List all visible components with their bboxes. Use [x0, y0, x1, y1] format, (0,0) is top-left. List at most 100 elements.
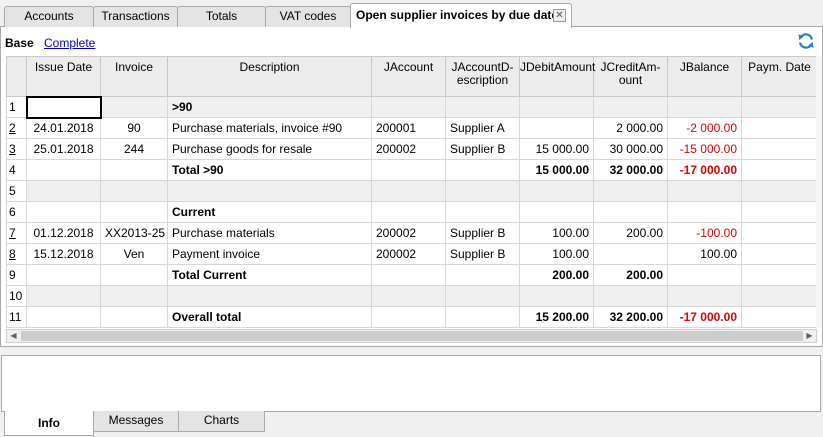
cell-jaccount[interactable]: 200002	[371, 243, 446, 265]
cell-paym-date[interactable]	[741, 285, 818, 307]
cell-jaccount-description[interactable]	[445, 96, 520, 118]
cell-jdebit[interactable]	[519, 201, 594, 223]
cell-invoice[interactable]	[100, 201, 168, 223]
cell-jbalance[interactable]	[667, 180, 742, 202]
col-header-issue-date[interactable]: Issue Date	[26, 56, 101, 97]
view-base[interactable]: Base	[5, 36, 34, 50]
cell-jcredit[interactable]: 200.00	[593, 264, 668, 286]
col-header-jdebit-amount[interactable]: JDebitAmount	[519, 56, 595, 97]
cell-paym-date[interactable]	[741, 117, 818, 139]
cell-invoice[interactable]	[100, 306, 168, 328]
cell-jaccount[interactable]	[371, 201, 446, 223]
cell-description[interactable]: Payment invoice	[167, 243, 372, 265]
col-header-description[interactable]: Description	[167, 56, 372, 97]
cell-issue-date[interactable]	[26, 306, 101, 328]
cell-jdebit[interactable]	[519, 117, 594, 139]
cell-jbalance[interactable]	[667, 96, 742, 118]
cell-jaccount-description[interactable]	[445, 159, 520, 181]
cell-jaccount-description[interactable]	[445, 285, 520, 307]
table-row[interactable]: 9 Total Current 200.00 200.00	[6, 264, 818, 286]
cell-jbalance[interactable]: -17 000.00	[667, 306, 742, 328]
cell-jdebit[interactable]: 15 000.00	[519, 138, 594, 160]
cell-jaccount[interactable]	[371, 96, 446, 118]
cell-jdebit[interactable]: 100.00	[519, 222, 594, 244]
tab-vat-codes[interactable]: VAT codes	[265, 6, 351, 27]
cell-jcredit[interactable]: 32 000.00	[593, 159, 668, 181]
cell-jaccount[interactable]	[371, 285, 446, 307]
cell-jdebit[interactable]: 100.00	[519, 243, 594, 265]
cell-invoice[interactable]	[100, 285, 168, 307]
cell-jaccount[interactable]	[371, 180, 446, 202]
cell-paym-date[interactable]	[741, 96, 818, 118]
close-icon[interactable]: ✕	[553, 9, 566, 22]
tab-info[interactable]: Info	[4, 411, 94, 436]
row-number[interactable]: 8	[6, 243, 27, 265]
cell-invoice[interactable]	[100, 96, 168, 118]
cell-issue-date[interactable]: 15.12.2018	[26, 243, 101, 265]
cell-jdebit[interactable]	[519, 285, 594, 307]
cell-jdebit[interactable]: 15 200.00	[519, 306, 594, 328]
cell-jcredit[interactable]	[593, 285, 668, 307]
cell-jbalance[interactable]	[667, 201, 742, 223]
cell-issue-date[interactable]	[26, 285, 101, 307]
cell-jaccount[interactable]	[371, 159, 446, 181]
cell-jcredit[interactable]	[593, 201, 668, 223]
cell-jcredit[interactable]: 32 200.00	[593, 306, 668, 328]
cell-jaccount-description[interactable]	[445, 306, 520, 328]
vertical-scroll-track[interactable]	[816, 56, 822, 328]
cell-description[interactable]: Current	[167, 201, 372, 223]
cell-invoice[interactable]: XX2013-25	[100, 222, 168, 244]
cell-jaccount-description[interactable]: Supplier B	[445, 243, 520, 265]
cell-invoice[interactable]	[100, 180, 168, 202]
table-row[interactable]: 5	[6, 180, 818, 202]
scroll-right-icon[interactable]: ▶	[803, 330, 816, 342]
cell-invoice[interactable]: 244	[100, 138, 168, 160]
tab-transactions[interactable]: Transactions	[93, 6, 178, 27]
cell-paym-date[interactable]	[741, 180, 818, 202]
cell-paym-date[interactable]	[741, 243, 818, 265]
cell-description[interactable]	[167, 285, 372, 307]
cell-jaccount-description[interactable]: Supplier A	[445, 117, 520, 139]
tab-messages[interactable]: Messages	[93, 411, 179, 432]
table-row[interactable]: 11 Overall total 15 200.00 32 200.00 -17…	[6, 306, 818, 328]
cell-jcredit[interactable]: 200.00	[593, 222, 668, 244]
cell-jdebit[interactable]: 15 000.00	[519, 159, 594, 181]
cell-jaccount[interactable]: 200002	[371, 138, 446, 160]
cell-paym-date[interactable]	[741, 264, 818, 286]
cell-jdebit[interactable]	[519, 96, 594, 118]
cell-jbalance[interactable]: -17 000.00	[667, 159, 742, 181]
cell-description[interactable]	[167, 180, 372, 202]
col-header-jbalance[interactable]: JBalance	[667, 56, 742, 97]
cell-issue-date[interactable]	[26, 201, 101, 223]
tab-accounts[interactable]: Accounts	[4, 6, 94, 27]
cell-jaccount-description[interactable]	[445, 180, 520, 202]
cell-jbalance[interactable]: 100.00	[667, 243, 742, 265]
cell-jbalance[interactable]: -2 000.00	[667, 117, 742, 139]
cell-issue-date[interactable]	[26, 264, 101, 286]
cell-jcredit[interactable]: 2 000.00	[593, 117, 668, 139]
cell-jcredit[interactable]	[593, 96, 668, 118]
table-row[interactable]: 1 >90	[6, 95, 818, 119]
cell-issue-date[interactable]	[26, 180, 101, 202]
cell-jaccount-description[interactable]: Supplier B	[445, 222, 520, 244]
row-number[interactable]: 3	[6, 138, 27, 160]
cell-paym-date[interactable]	[741, 159, 818, 181]
cell-issue-date[interactable]: 01.12.2018	[26, 222, 101, 244]
table-row[interactable]: 8 15.12.2018 Ven Payment invoice 200002 …	[6, 243, 818, 265]
cell-paym-date[interactable]	[741, 201, 818, 223]
cell-description[interactable]: Purchase materials, invoice #90	[167, 117, 372, 139]
cell-invoice[interactable]: Ven	[100, 243, 168, 265]
table-row[interactable]: 6 Current	[6, 201, 818, 223]
cell-jbalance[interactable]	[667, 264, 742, 286]
table-row[interactable]: 2 24.01.2018 90 Purchase materials, invo…	[6, 117, 818, 139]
cell-jaccount[interactable]: 200002	[371, 222, 446, 244]
cell-description[interactable]: Total Current	[167, 264, 372, 286]
cell-jbalance[interactable]: -15 000.00	[667, 138, 742, 160]
view-complete-link[interactable]: Complete	[44, 36, 95, 50]
cell-description[interactable]: Purchase goods for resale	[167, 138, 372, 160]
cell-jaccount-description[interactable]	[445, 201, 520, 223]
cell-description[interactable]: Total >90	[167, 159, 372, 181]
cell-jaccount[interactable]	[371, 306, 446, 328]
tab-charts[interactable]: Charts	[178, 411, 265, 432]
horizontal-scrollbar[interactable]: ◀ ▶	[6, 329, 817, 343]
